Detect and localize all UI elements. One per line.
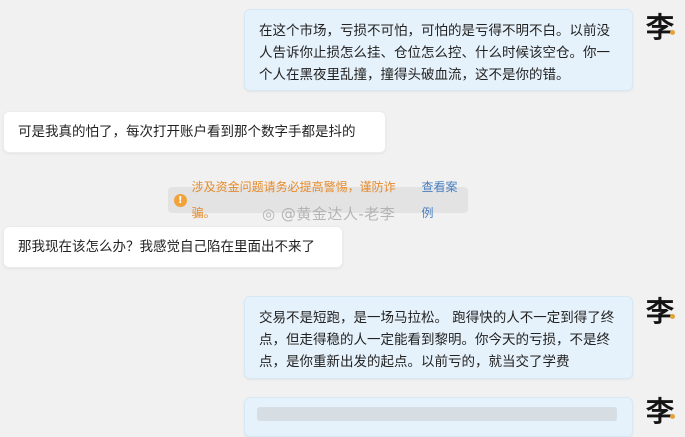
message-bubble-incoming[interactable]: 可是我真的怕了，每次打开账户看到那个数字手都是抖的 bbox=[3, 111, 386, 153]
message-bubble-outgoing-blurred[interactable] bbox=[244, 397, 633, 437]
avatar-dot-icon bbox=[670, 30, 675, 35]
warning-icon: ! bbox=[174, 193, 187, 207]
avatar[interactable]: 李 bbox=[640, 390, 680, 430]
watermark-text: @黄金达人-老李 bbox=[280, 205, 396, 223]
watermark: ◎ @黄金达人-老李 bbox=[262, 203, 395, 224]
view-cases-link[interactable]: 查看案例 bbox=[421, 174, 468, 226]
message-text: 在这个市场，亏损不可怕，可怕的是亏得不明不白。以前没人告诉你止损怎么挂、仓位怎么… bbox=[259, 23, 610, 83]
blurred-text bbox=[257, 407, 617, 421]
message-text: 交易不是短跑，是一场马拉松。 跑得快的人不一定到得了终点，但走得稳的人一定能看到… bbox=[259, 310, 615, 370]
avatar-char: 李 bbox=[645, 11, 674, 44]
message-text: 可是我真的怕了，每次打开账户看到那个数字手都是抖的 bbox=[18, 124, 356, 140]
message-bubble-outgoing[interactable]: 在这个市场，亏损不可怕，可怕的是亏得不明不白。以前没人告诉你止损怎么挂、仓位怎么… bbox=[244, 9, 633, 91]
avatar-char: 李 bbox=[645, 395, 674, 428]
message-text: 那我现在该怎么办？我感觉自己陷在里面出不来了 bbox=[18, 239, 315, 255]
avatar[interactable]: 李 bbox=[640, 290, 680, 330]
avatar[interactable]: 李 bbox=[640, 6, 680, 46]
avatar-char: 李 bbox=[645, 295, 674, 328]
avatar-dot-icon bbox=[670, 414, 675, 419]
weibo-icon: ◎ bbox=[262, 205, 276, 223]
message-bubble-incoming[interactable]: 那我现在该怎么办？我感觉自己陷在里面出不来了 bbox=[3, 226, 343, 268]
avatar-dot-icon bbox=[670, 314, 675, 319]
message-bubble-outgoing[interactable]: 交易不是短跑，是一场马拉松。 跑得快的人不一定到得了终点，但走得稳的人一定能看到… bbox=[244, 296, 633, 379]
